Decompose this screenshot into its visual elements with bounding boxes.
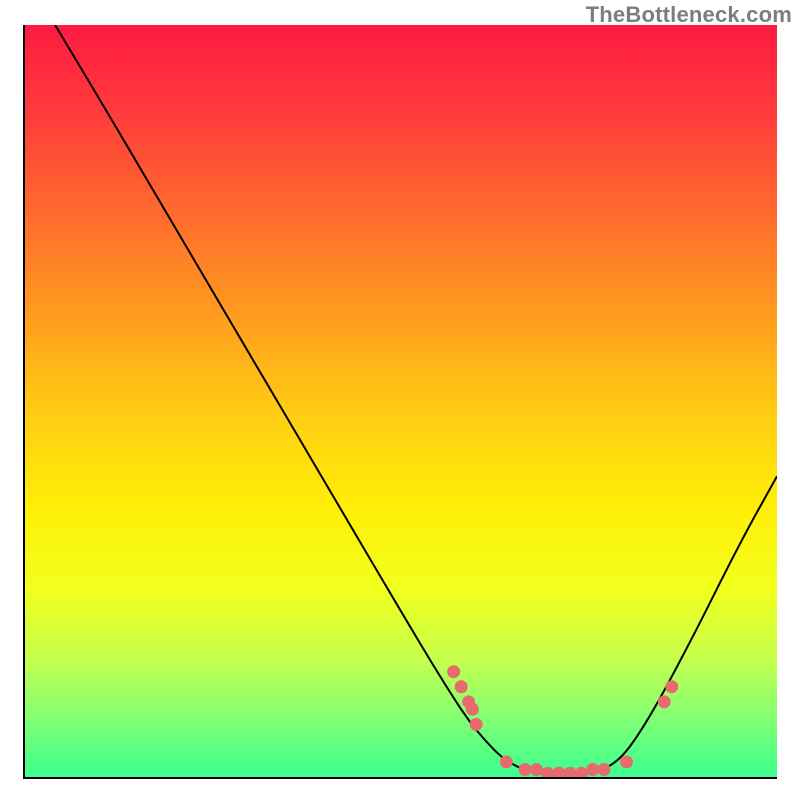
highlight-dot — [620, 755, 633, 768]
highlight-dot — [455, 680, 468, 693]
highlight-dot — [530, 763, 543, 776]
highlight-dots — [447, 665, 678, 777]
bottleneck-curve — [55, 25, 777, 775]
highlight-dot — [564, 767, 577, 777]
highlight-dot — [598, 763, 611, 776]
curve-layer — [25, 25, 777, 777]
highlight-dot — [500, 755, 513, 768]
highlight-dot — [552, 767, 565, 777]
highlight-dot — [658, 695, 671, 708]
highlight-dot — [466, 703, 479, 716]
highlight-dot — [665, 680, 678, 693]
highlight-dot — [447, 665, 460, 678]
highlight-dot — [586, 763, 599, 776]
plot-area — [23, 25, 777, 779]
highlight-dot — [470, 718, 483, 731]
highlight-dot — [519, 763, 532, 776]
chart-canvas: TheBottleneck.com — [0, 0, 800, 800]
highlight-dot — [541, 767, 554, 777]
highlight-dot — [575, 767, 588, 777]
